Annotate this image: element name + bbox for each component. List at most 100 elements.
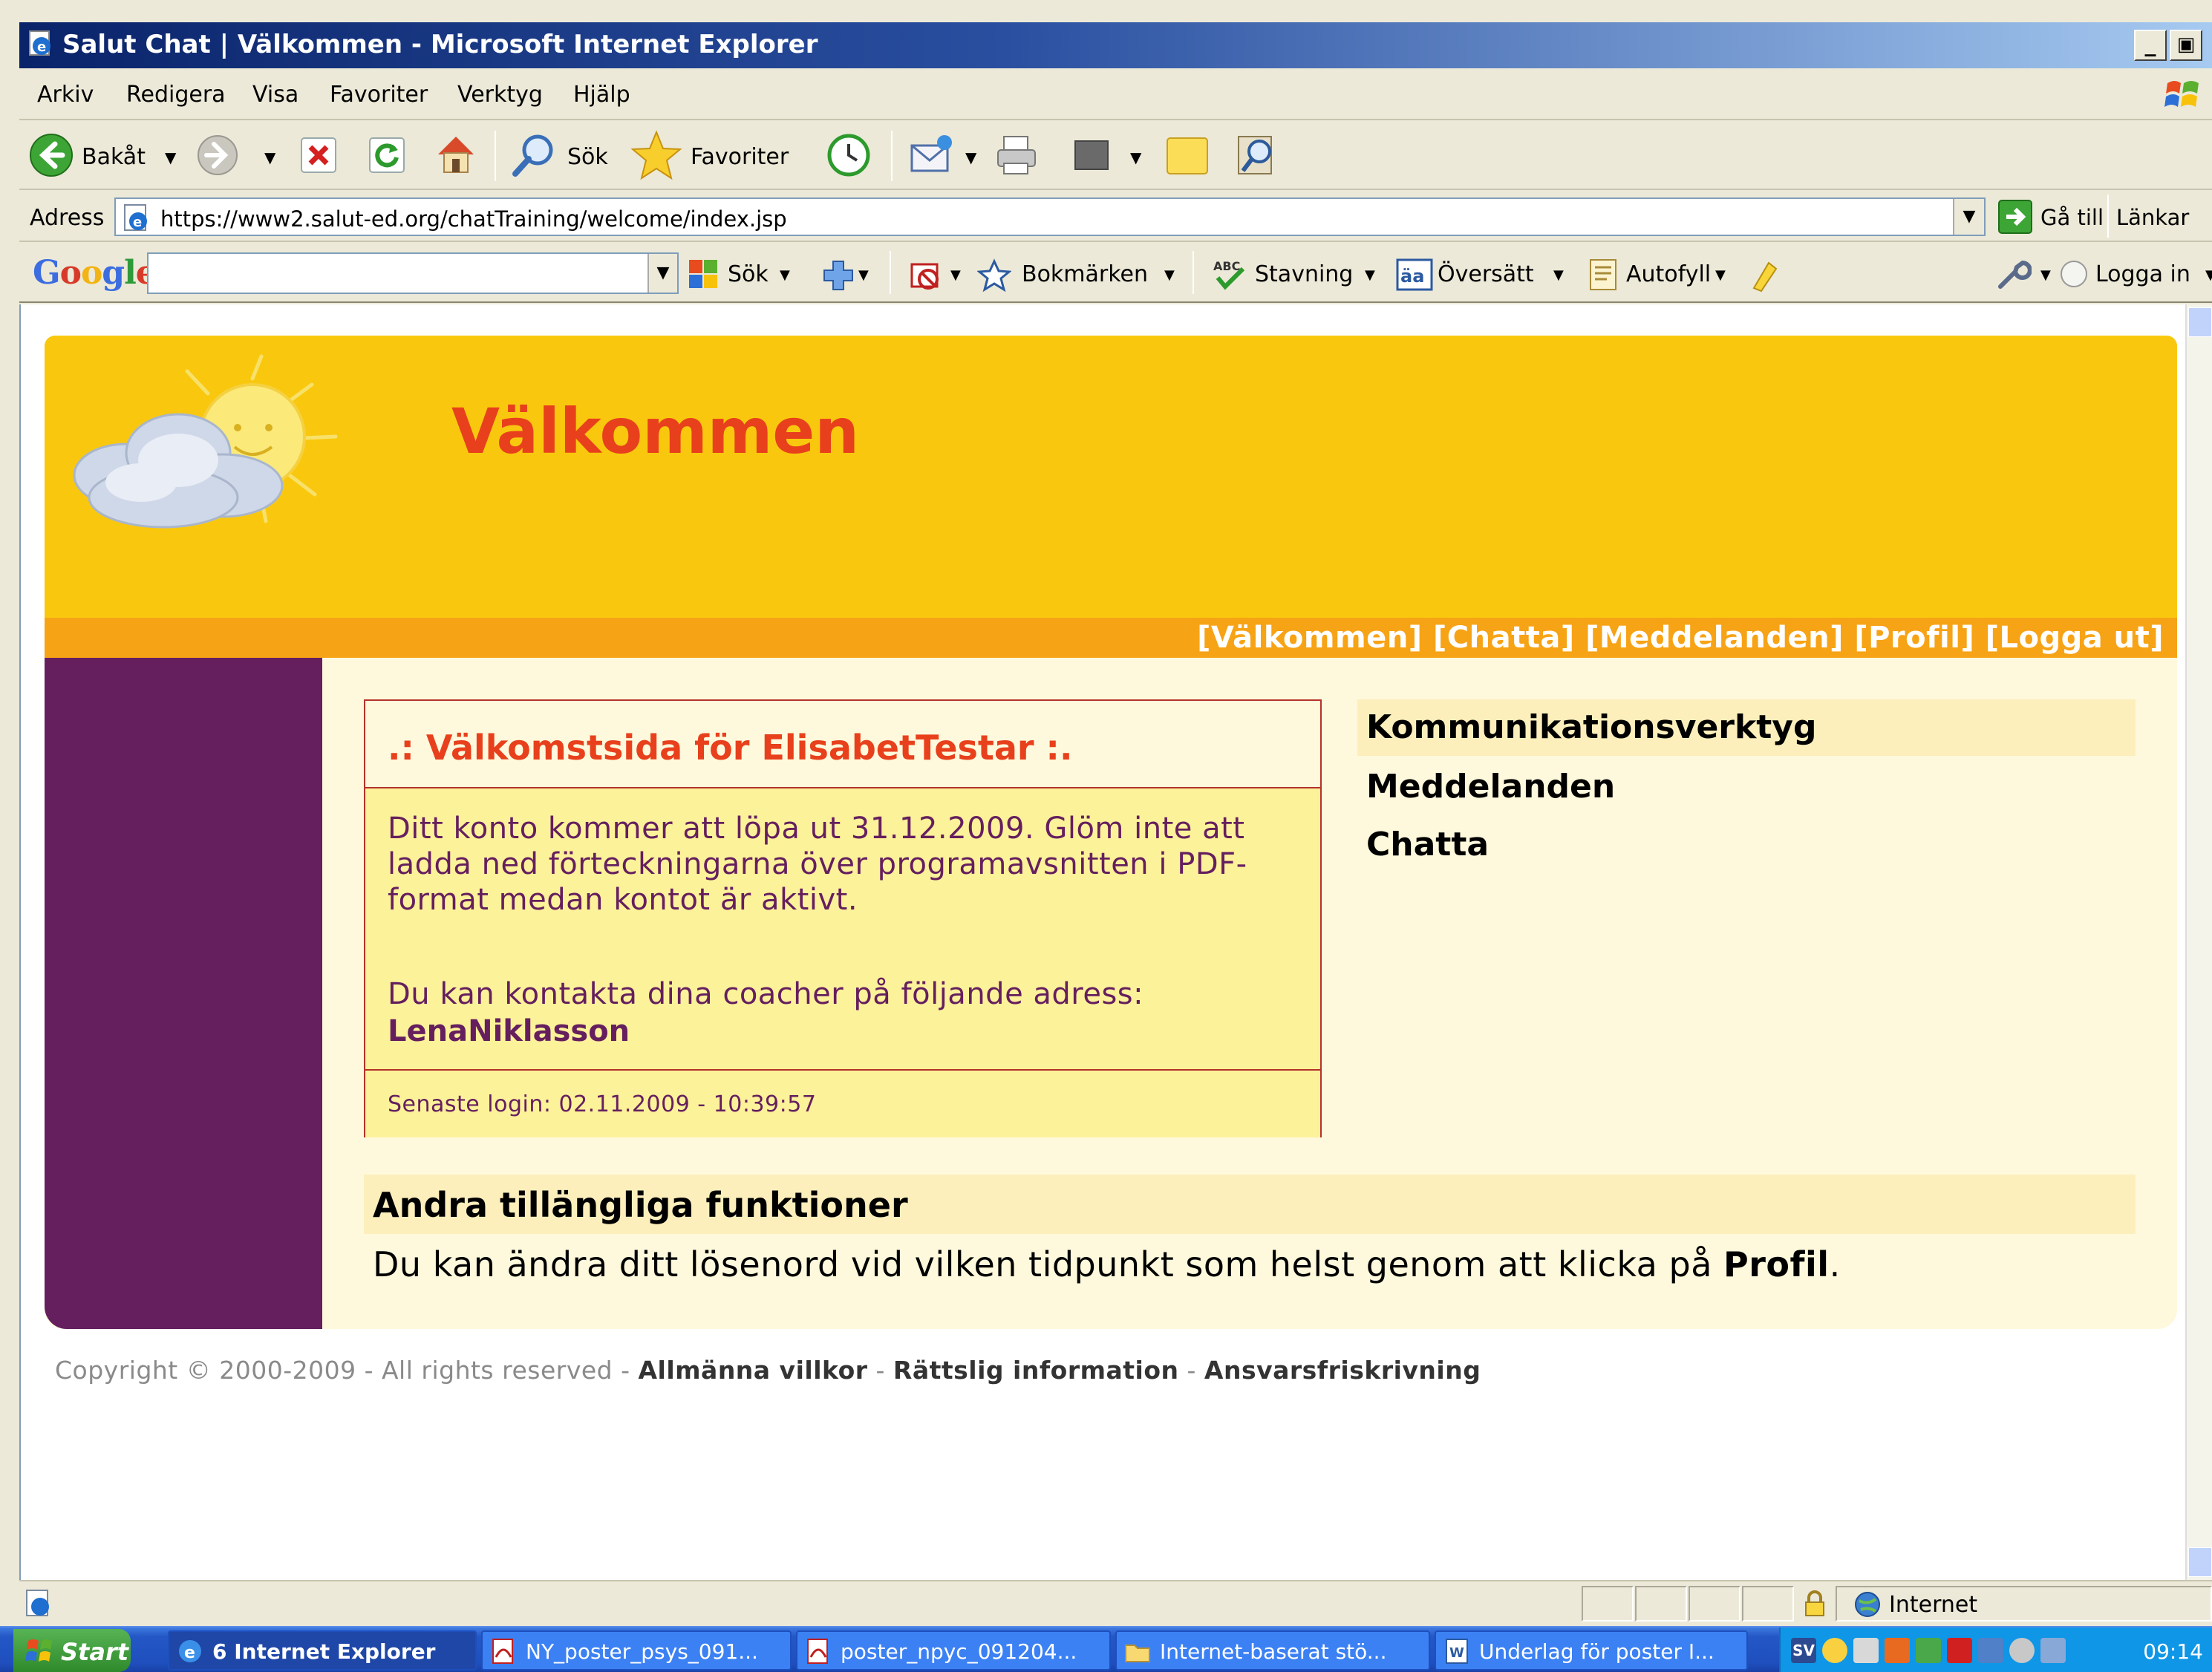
- highlighter-icon[interactable]: [1746, 255, 1782, 293]
- home-icon[interactable]: [432, 131, 480, 178]
- language-sv-icon[interactable]: SV: [1791, 1638, 1816, 1663]
- minimize-button[interactable]: _: [2134, 30, 2167, 61]
- printer-tray-icon[interactable]: [1853, 1638, 1879, 1663]
- back-arrow-icon[interactable]: [28, 132, 74, 178]
- nav-profil[interactable]: [Profil]: [1854, 621, 1974, 655]
- login-circle-icon[interactable]: [2058, 258, 2089, 290]
- task-internet-explorer[interactable]: e 6 Internet Explorer: [168, 1630, 477, 1671]
- spellcheck-dropdown-icon[interactable]: ▼: [1365, 267, 1375, 283]
- translate-dropdown-icon[interactable]: ▼: [1553, 267, 1564, 283]
- settings-wrench-icon[interactable]: [1994, 255, 2032, 293]
- autofill-icon[interactable]: [1586, 255, 1620, 293]
- popup-blocker-icon[interactable]: [907, 257, 944, 294]
- scroll-down-button[interactable]: [2188, 1547, 2212, 1577]
- links-label[interactable]: Länkar: [2116, 205, 2189, 230]
- menu-arkiv[interactable]: Arkiv: [37, 82, 94, 108]
- back-button-label[interactable]: Bakåt: [82, 144, 146, 170]
- status-cell: [1635, 1586, 1687, 1622]
- research-icon[interactable]: [1231, 129, 1283, 181]
- address-url[interactable]: https://www2.salut-ed.org/chatTraining/w…: [160, 206, 787, 232]
- notes-icon[interactable]: [1163, 134, 1212, 178]
- google-login-button[interactable]: Logga in: [2095, 261, 2190, 287]
- bookmarks-dropdown-icon[interactable]: ▼: [1164, 267, 1175, 283]
- mcafee-tray-icon[interactable]: [1947, 1638, 1972, 1663]
- address-dropdown-icon[interactable]: ▼: [1953, 199, 1984, 235]
- task-pdf-1[interactable]: NY_poster_psys_091...: [481, 1630, 792, 1671]
- menu-hjalp[interactable]: Hjälp: [573, 82, 630, 108]
- menu-favoriter[interactable]: Favoriter: [330, 82, 428, 108]
- translate-button[interactable]: Översätt: [1438, 261, 1534, 287]
- restore-button[interactable]: ▣: [2170, 30, 2202, 61]
- menu-visa[interactable]: Visa: [252, 82, 298, 108]
- security-shield-icon[interactable]: [1822, 1638, 1847, 1663]
- google-search-icon[interactable]: [686, 257, 722, 293]
- stop-icon[interactable]: [298, 135, 339, 175]
- profile-link[interactable]: Profil: [1723, 1244, 1830, 1284]
- search-button-label[interactable]: Sök: [567, 144, 608, 170]
- clock-tray-icon[interactable]: [2009, 1638, 2035, 1663]
- vertical-scrollbar[interactable]: [2185, 304, 2212, 1580]
- history-icon[interactable]: [826, 132, 872, 178]
- forward-dropdown-icon[interactable]: ▼: [264, 148, 275, 166]
- google-search-field[interactable]: ▼: [147, 252, 679, 294]
- mail-dropdown-icon[interactable]: ▼: [965, 148, 976, 166]
- back-dropdown-icon[interactable]: ▼: [165, 148, 176, 166]
- forward-arrow-icon[interactable]: [196, 134, 239, 177]
- menu-verktyg[interactable]: Verktyg: [457, 82, 543, 108]
- nav-meddelanden[interactable]: [Meddelanden]: [1585, 621, 1844, 655]
- google-search-input[interactable]: [149, 254, 639, 291]
- google-search-dropdown-icon[interactable]: ▼: [647, 254, 677, 293]
- popup-dropdown-icon[interactable]: ▼: [950, 267, 961, 283]
- legal-info-link[interactable]: Rättslig information: [893, 1356, 1179, 1385]
- menu-bar: Arkiv Redigera Visa Favoriter Verktyg Hj…: [19, 71, 2212, 120]
- plus-dropdown-icon[interactable]: ▼: [858, 267, 869, 283]
- refresh-icon[interactable]: [367, 135, 407, 175]
- menu-redigera[interactable]: Redigera: [126, 82, 226, 108]
- google-search-button[interactable]: Sök: [728, 261, 769, 287]
- autofill-button[interactable]: Autofyll: [1626, 261, 1711, 287]
- spellcheck-icon[interactable]: ABC: [1210, 255, 1250, 293]
- plus-icon[interactable]: [821, 258, 855, 293]
- coach-name-link[interactable]: LenaNiklasson: [388, 1014, 630, 1048]
- autofill-dropdown-icon[interactable]: ▼: [1715, 267, 1726, 283]
- messenger-tray-icon[interactable]: [1978, 1638, 2003, 1663]
- windows-logo-icon: [2164, 81, 2199, 107]
- nav-logga-ut[interactable]: [Logga ut]: [1986, 621, 2164, 655]
- network-tray-icon[interactable]: [1916, 1638, 1941, 1663]
- nav-valkommen[interactable]: [Välkommen]: [1197, 621, 1423, 655]
- login-dropdown-icon[interactable]: ▼: [2205, 267, 2212, 283]
- google-search-dropdown[interactable]: ▼: [780, 267, 790, 283]
- window-titlebar[interactable]: e Salut Chat | Välkommen - Microsoft Int…: [19, 22, 2212, 68]
- settings-dropdown-icon[interactable]: ▼: [2040, 267, 2051, 283]
- go-button-label[interactable]: Gå till: [2040, 205, 2104, 230]
- disclaimer-link[interactable]: Ansvarsfriskrivning: [1204, 1356, 1481, 1385]
- chat-link[interactable]: Chatta: [1366, 826, 1489, 863]
- terms-link[interactable]: Allmänna villkor: [639, 1356, 868, 1385]
- volume-tray-icon[interactable]: [2040, 1638, 2066, 1663]
- go-arrow-icon[interactable]: [1997, 199, 2033, 235]
- task-pdf-2[interactable]: poster_npyc_091204...: [796, 1630, 1111, 1671]
- edit-icon[interactable]: [1072, 138, 1114, 174]
- favorites-button-label[interactable]: Favoriter: [691, 144, 789, 170]
- app-tray-icon[interactable]: [1885, 1638, 1910, 1663]
- bookmarks-button[interactable]: Bokmärken: [1022, 261, 1148, 287]
- system-clock[interactable]: 09:14: [2143, 1639, 2203, 1664]
- search-icon[interactable]: [509, 131, 558, 180]
- spellcheck-button[interactable]: Stavning: [1255, 261, 1353, 287]
- mail-icon[interactable]: [907, 132, 956, 178]
- nav-chatta[interactable]: [Chatta]: [1433, 621, 1575, 655]
- print-icon[interactable]: [994, 132, 1040, 178]
- favorites-star-icon[interactable]: [630, 129, 683, 183]
- translate-icon[interactable]: äa: [1396, 258, 1433, 291]
- scroll-up-button[interactable]: [2188, 307, 2212, 337]
- address-input[interactable]: e https://www2.salut-ed.org/chatTraining…: [114, 197, 1986, 236]
- footer-separator: -: [1178, 1356, 1204, 1385]
- bookmark-star-icon[interactable]: [977, 258, 1011, 293]
- task-word-document[interactable]: W Underlag för poster I...: [1435, 1630, 1748, 1671]
- edit-dropdown-icon[interactable]: ▼: [1130, 148, 1141, 166]
- task-folder[interactable]: Internet-baserat stö...: [1115, 1630, 1430, 1671]
- toolbar-separator: [1193, 251, 1194, 294]
- google-logo[interactable]: Google: [33, 254, 157, 292]
- start-button[interactable]: Start: [13, 1629, 131, 1672]
- messages-link[interactable]: Meddelanden: [1366, 768, 1615, 806]
